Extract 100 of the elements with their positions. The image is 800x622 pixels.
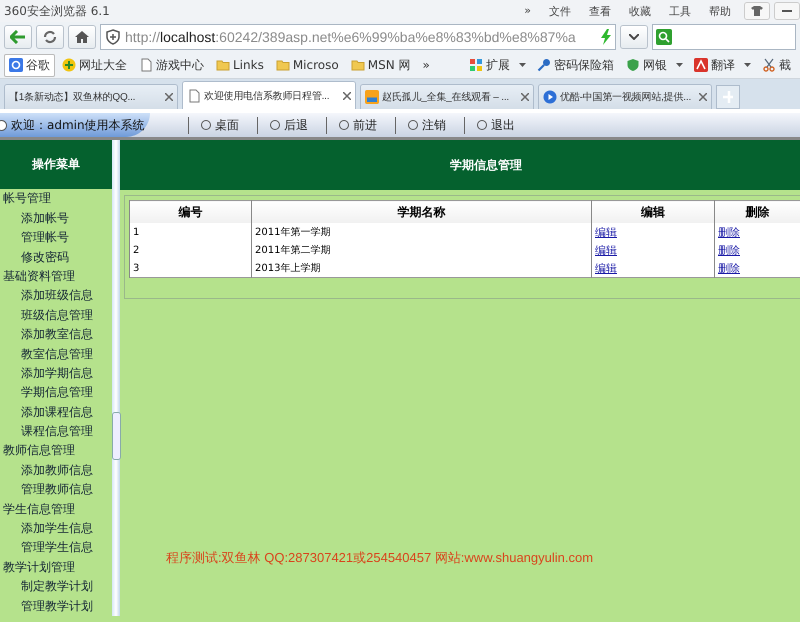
skin-button[interactable] (744, 2, 770, 20)
menu-link[interactable]: 学期信息管理 (0, 383, 112, 403)
delete-link[interactable]: 删除 (718, 244, 740, 256)
column-header: 编辑 (592, 200, 714, 223)
toolbar-item[interactable]: 翻译 (689, 54, 740, 76)
content-title: 学期信息管理 (120, 140, 800, 190)
folder-icon (276, 58, 290, 72)
bookmark[interactable]: Microso (270, 55, 344, 75)
tab-title: 欢迎使用电信系教师日程管... (204, 90, 330, 102)
menu-link[interactable]: 班级信息管理 (0, 306, 112, 326)
edit-link[interactable]: 编辑 (595, 262, 617, 274)
address-field[interactable]: http://localhost:60242/389asp.net%e6%99%ba%e8%83%bd%e8%87%a (100, 24, 616, 50)
home-icon (74, 30, 90, 44)
back-arrow-icon (10, 30, 26, 44)
key-icon (537, 58, 551, 72)
menu-group[interactable]: 基础资料管理 (0, 266, 112, 286)
folder-icon (216, 58, 230, 72)
nav-link[interactable]: 桌面 (188, 116, 253, 134)
menu-link[interactable]: 管理学生信息 (0, 538, 112, 558)
menu-group[interactable]: 教师信息管理 (0, 441, 112, 461)
menu-item[interactable]: » (515, 4, 540, 18)
menu-link[interactable]: 添加学生信息 (0, 519, 112, 538)
menu-item[interactable]: 文件 (540, 4, 580, 18)
delete-link[interactable]: 删除 (718, 226, 740, 238)
menu-link[interactable]: 制定教学计划 (0, 577, 112, 597)
close-icon[interactable] (699, 93, 707, 101)
plus-icon (723, 91, 733, 103)
menu-link[interactable]: 课程信息管理 (0, 422, 112, 442)
browser-tab[interactable]: 欢迎使用电信系教师日程管... (182, 81, 356, 109)
column-header: 学期名称 (252, 200, 592, 223)
table-cell: 3 (130, 259, 252, 278)
caret-icon[interactable] (744, 63, 751, 67)
menu-link[interactable]: 管理帐号 (0, 228, 112, 248)
delete-link[interactable]: 删除 (718, 262, 740, 274)
menu-link[interactable]: 添加教室信息 (0, 325, 112, 345)
toolbar-item[interactable]: 网银 (621, 54, 672, 76)
edit-link[interactable]: 编辑 (595, 244, 617, 256)
toolbar-item[interactable]: 扩展 (464, 54, 515, 76)
menu-item[interactable]: 查看 (580, 4, 620, 18)
minimize-icon (782, 10, 792, 12)
welcome-text: 欢迎：admin使用本系统 (11, 116, 145, 134)
menu-item[interactable]: 帮助 (700, 4, 740, 18)
edit-link[interactable]: 编辑 (595, 226, 617, 238)
home-button[interactable] (68, 25, 96, 49)
menu-link[interactable]: 修改密码 (0, 248, 112, 267)
menu-link[interactable]: 添加班级信息 (0, 286, 112, 306)
play-icon (543, 90, 557, 104)
nav-link[interactable]: 注销 (395, 116, 460, 134)
caret-icon[interactable] (676, 63, 683, 67)
nav-link[interactable]: 后退 (257, 116, 322, 134)
url-text: http://localhost:60242/389asp.net%e6%99%ba%e8%83%bd%e8%87%a (125, 29, 577, 45)
browser-tab[interactable]: 优酷-中国第一视频网站,提供... (538, 84, 712, 109)
nav-link[interactable]: 退出 (464, 116, 529, 134)
back-button[interactable] (4, 25, 32, 49)
browser-tab[interactable]: 赵氏孤儿_全集_在线观看 – ... (360, 84, 534, 109)
toolbar-item[interactable]: 密码保险箱 (532, 54, 619, 76)
menu-link[interactable]: 管理教学计划 (0, 596, 112, 616)
minimize-button[interactable] (774, 2, 800, 20)
bookmark[interactable]: MSN 网 (346, 54, 416, 76)
table-cell: 2 (130, 241, 252, 259)
tab-title: 优酷-中国第一视频网站,提供... (560, 90, 692, 104)
menu-group[interactable]: 学生信息管理 (0, 500, 112, 520)
menu-item[interactable]: 收藏 (620, 4, 660, 18)
bookmark[interactable]: 网址大全 (57, 54, 132, 76)
page-icon (187, 88, 201, 102)
table-cell: 2011年第二学期 (252, 241, 592, 259)
refresh-button[interactable] (36, 25, 64, 49)
menu-link[interactable]: 管理教师信息 (0, 480, 112, 500)
tab-title: 赵氏孤儿_全集_在线观看 – ... (382, 90, 510, 104)
menu-link[interactable]: 添加帐号 (0, 208, 112, 228)
menu-group[interactable]: 帐号管理 (0, 189, 112, 209)
menu-link[interactable]: 添加教师信息 (0, 460, 112, 480)
shirt-icon (751, 6, 763, 16)
sidebar-title: 操作菜单 (0, 140, 112, 190)
collapse-handle[interactable] (112, 412, 121, 460)
menu-group[interactable]: 教学计划管理 (0, 558, 112, 578)
table-cell: 2013年上学期 (252, 259, 592, 278)
lightning-icon (601, 29, 611, 45)
menu-link[interactable]: 添加课程信息 (0, 402, 112, 422)
page-icon (139, 58, 153, 72)
shield-icon (626, 58, 640, 72)
nav-link[interactable]: 前进 (326, 116, 391, 134)
menu-link[interactable]: 添加学期信息 (0, 364, 112, 384)
close-icon[interactable] (165, 93, 173, 101)
caret-icon[interactable] (519, 63, 526, 67)
scissors-icon (762, 58, 776, 72)
window-title: 360安全浏览器 6.1 (4, 2, 111, 20)
bookmark[interactable]: Links (211, 55, 269, 75)
bookmark[interactable]: 游戏中心 (134, 54, 209, 76)
bookmark[interactable]: 谷歌 (4, 54, 55, 76)
toolbar-item[interactable]: 截 (757, 54, 796, 76)
menu-item[interactable]: 工具 (660, 4, 700, 18)
dropdown-button[interactable] (620, 25, 648, 49)
close-icon[interactable] (521, 93, 529, 101)
browser-tab[interactable]: 【1条新动态】双鱼林的QQ... (4, 84, 178, 109)
close-icon[interactable] (343, 92, 351, 100)
column-header: 删除 (714, 200, 800, 223)
menu-link[interactable]: 教室信息管理 (0, 344, 112, 364)
more-bookmarks[interactable]: » (417, 55, 435, 75)
search-field[interactable] (652, 24, 796, 50)
